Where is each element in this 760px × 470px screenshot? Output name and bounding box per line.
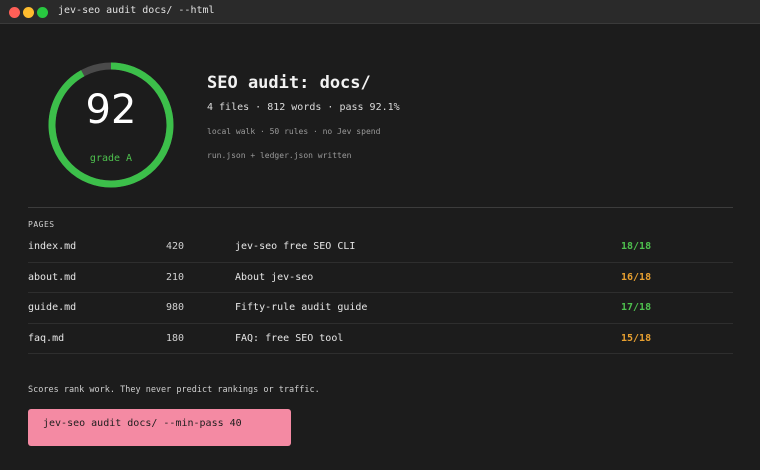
score-grade: grade A bbox=[89, 153, 133, 164]
title-bar: jev-seo audit docs/ --html bbox=[0, 0, 760, 24]
row-file: index.md bbox=[28, 241, 77, 252]
terminal-window: jev-seo audit docs/ --html 92 grade A SE… bbox=[0, 0, 760, 470]
pages-table: index.md 420 jev-seo free SEO CLI 18/18 … bbox=[28, 232, 733, 354]
score-gauge: 92 grade A bbox=[46, 60, 176, 190]
scores-disclaimer: Scores rank work. They never predict ran… bbox=[28, 385, 320, 395]
row-words: 210 bbox=[166, 271, 185, 283]
audit-meta-written: run.json + ledger.json written bbox=[207, 151, 352, 160]
row-pass: 16/18 bbox=[621, 271, 652, 283]
table-row: faq.md 180 FAQ: free SEO tool 15/18 bbox=[28, 324, 733, 354]
row-words: 980 bbox=[166, 302, 185, 313]
audit-meta-walk: local walk · 50 rules · no Jev spend bbox=[207, 127, 381, 136]
table-row: index.md 420 jev-seo free SEO CLI 18/18 bbox=[28, 232, 733, 263]
window-title: jev-seo audit docs/ --html bbox=[58, 5, 215, 16]
row-title: jev-seo free SEO CLI bbox=[235, 241, 356, 252]
row-title: FAQ: free SEO tool bbox=[235, 332, 344, 344]
close-window-button[interactable] bbox=[9, 7, 20, 18]
row-words: 420 bbox=[166, 241, 185, 252]
zoom-window-button[interactable] bbox=[37, 7, 48, 18]
row-file: about.md bbox=[28, 271, 77, 283]
row-file: guide.md bbox=[28, 302, 77, 313]
row-pass: 17/18 bbox=[621, 302, 652, 313]
command-button[interactable]: jev-seo audit docs/ --min-pass 40 bbox=[28, 409, 291, 446]
row-pass: 18/18 bbox=[621, 241, 652, 252]
row-title: Fifty-rule audit guide bbox=[235, 302, 368, 313]
audit-summary: 4 files · 812 words · pass 92.1% bbox=[207, 102, 400, 113]
table-row: about.md 210 About jev-seo 16/18 bbox=[28, 263, 733, 293]
minimize-window-button[interactable] bbox=[23, 7, 34, 18]
section-divider bbox=[28, 207, 733, 208]
row-title: About jev-seo bbox=[235, 271, 314, 283]
row-file: faq.md bbox=[28, 332, 65, 344]
table-row: guide.md 980 Fifty-rule audit guide 17/1… bbox=[28, 293, 733, 324]
pages-section-label: PAGES bbox=[28, 220, 55, 229]
row-pass: 15/18 bbox=[621, 332, 652, 344]
page-title: SEO audit: docs/ bbox=[207, 73, 371, 93]
row-words: 180 bbox=[166, 332, 185, 344]
score-value: 92 bbox=[85, 87, 137, 133]
command-text: jev-seo audit docs/ --min-pass 40 bbox=[43, 418, 242, 429]
